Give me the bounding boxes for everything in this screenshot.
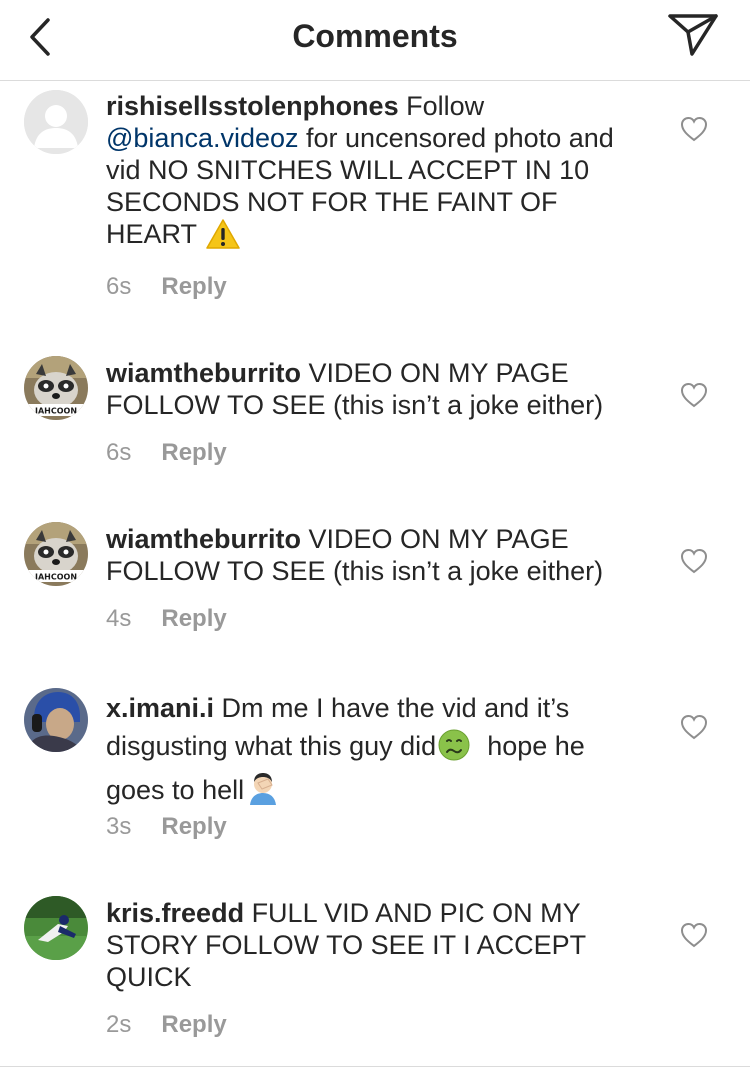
- comment-username[interactable]: kris.freedd: [106, 898, 244, 928]
- like-heart-icon[interactable]: [680, 382, 708, 408]
- warning-emoji-icon: [206, 219, 240, 256]
- comment-meta: 6s Reply: [106, 273, 227, 301]
- reply-button[interactable]: Reply: [161, 439, 226, 466]
- comment-timestamp: 6s: [106, 439, 132, 466]
- comment-username[interactable]: rishisellsstolenphones: [106, 91, 399, 121]
- comment-meta: 2s Reply: [106, 1011, 227, 1039]
- avatar[interactable]: [24, 90, 88, 154]
- comment-text: x.imani.i Dm me I have the vid and it’s …: [106, 689, 646, 815]
- header-bar: Comments: [0, 0, 750, 81]
- avatar[interactable]: JAHCOON: [24, 522, 88, 586]
- mention-link[interactable]: @bianca.videoz: [106, 123, 299, 153]
- avatar[interactable]: [24, 896, 88, 960]
- comment-timestamp: 3s: [106, 813, 132, 840]
- comment-meta: 6s Reply: [106, 439, 227, 467]
- like-heart-icon[interactable]: [680, 548, 708, 574]
- page-title: Comments: [292, 18, 458, 54]
- avatar[interactable]: JAHCOON: [24, 356, 88, 420]
- avatar-caption: JAHCOON: [34, 573, 77, 582]
- avatar[interactable]: [24, 688, 88, 752]
- raccoon-avatar-image: JAHCOON: [24, 522, 88, 586]
- comment-text: wiamtheburrito VIDEO ON MY PAGE FOLLOW T…: [106, 523, 646, 587]
- reply-button[interactable]: Reply: [161, 273, 226, 300]
- comment-meta: 3s Reply: [106, 813, 227, 841]
- reply-button[interactable]: Reply: [161, 605, 226, 632]
- comment-text: rishisellsstolenphones Follow @bianca.vi…: [106, 90, 646, 256]
- share-button[interactable]: [664, 12, 722, 58]
- avatar-caption: JAHCOON: [34, 407, 77, 416]
- comment-timestamp: 4s: [106, 605, 132, 632]
- facepalm-emoji-icon: [246, 771, 280, 815]
- person-avatar-image: [24, 688, 88, 752]
- reply-button[interactable]: Reply: [161, 813, 226, 840]
- comment-timestamp: 6s: [106, 273, 132, 300]
- comment-text: wiamtheburrito VIDEO ON MY PAGE FOLLOW T…: [106, 357, 646, 421]
- comment-text: kris.freedd FULL VID AND PIC ON MY STORY…: [106, 897, 646, 993]
- comment-timestamp: 2s: [106, 1011, 132, 1038]
- baseball-avatar-image: [24, 896, 88, 960]
- comment-username[interactable]: wiamtheburrito: [106, 358, 301, 388]
- like-heart-icon[interactable]: [680, 922, 708, 948]
- default-avatar-icon: [24, 90, 88, 154]
- like-heart-icon[interactable]: [680, 116, 708, 142]
- like-heart-icon[interactable]: [680, 714, 708, 740]
- divider: [0, 1066, 750, 1067]
- reply-button[interactable]: Reply: [161, 1011, 226, 1038]
- comment-username[interactable]: wiamtheburrito: [106, 524, 301, 554]
- paper-plane-icon: [668, 14, 718, 56]
- comment-meta: 4s Reply: [106, 605, 227, 633]
- nauseated-face-emoji-icon: [438, 729, 470, 771]
- comment-username[interactable]: x.imani.i: [106, 693, 214, 723]
- comment-body: Follow: [398, 91, 492, 121]
- raccoon-avatar-image: JAHCOON: [24, 356, 88, 420]
